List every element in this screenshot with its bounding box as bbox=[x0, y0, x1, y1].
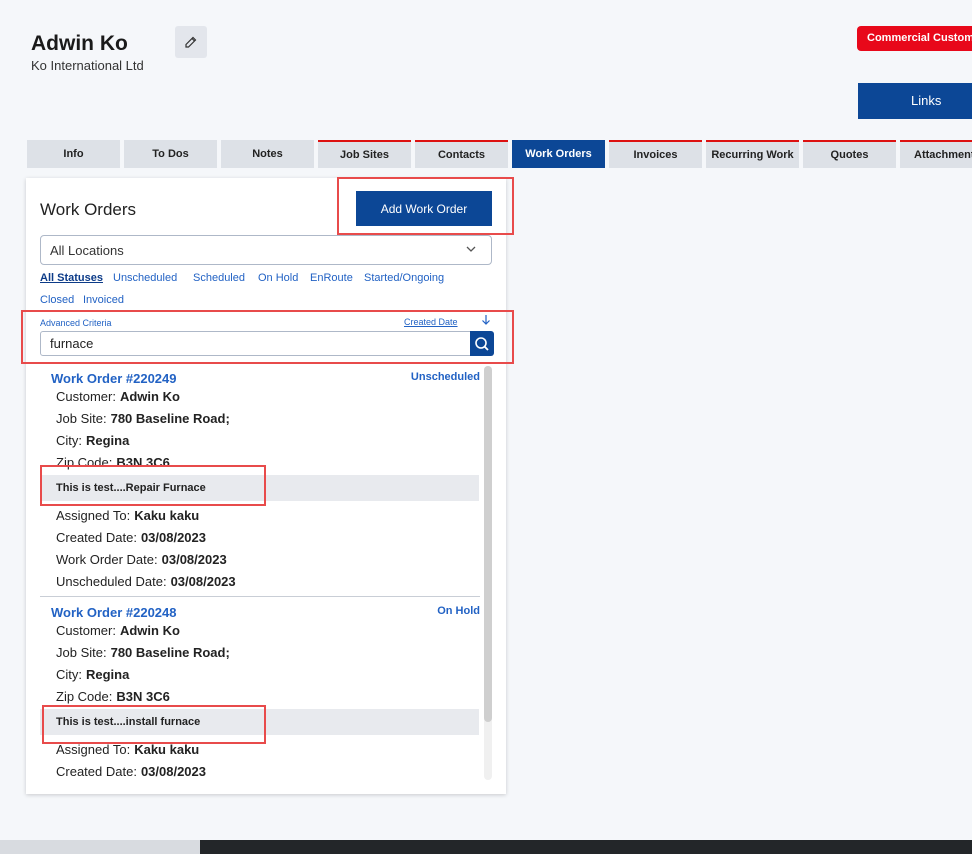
work-order-status: Unscheduled bbox=[410, 371, 480, 383]
company-name: Ko International Ltd bbox=[31, 58, 144, 73]
advanced-criteria-link[interactable]: Advanced Criteria bbox=[40, 318, 112, 328]
links-button[interactable]: Links bbox=[858, 83, 972, 119]
divider bbox=[40, 596, 480, 597]
status-filter-scheduled[interactable]: Scheduled bbox=[193, 272, 245, 284]
assigned-row: Assigned To: Kaku kaku bbox=[56, 742, 200, 757]
sort-created-date-link[interactable]: Created Date bbox=[404, 317, 458, 327]
edit-customer-button[interactable] bbox=[175, 26, 207, 58]
tab-notes[interactable]: Notes bbox=[221, 140, 314, 168]
work-order-description: This is test....Repair Furnace bbox=[40, 475, 479, 501]
panel-title: Work Orders bbox=[40, 200, 137, 219]
created-date-row: Created Date: 03/08/2023 bbox=[56, 764, 207, 779]
work-order-status: On Hold bbox=[437, 605, 480, 617]
add-work-order-button[interactable]: Add Work Order bbox=[356, 191, 492, 226]
zip-row: Zip Code: B3N 3C6 bbox=[56, 455, 170, 470]
tab-to-dos[interactable]: To Dos bbox=[124, 140, 217, 168]
work-order-card: Work Order #220248 On Hold Customer: Adwi… bbox=[40, 605, 480, 780]
status-filter-invoiced[interactable]: Invoiced bbox=[83, 294, 124, 306]
job-site-row: Job Site: 780 Baseline Road; bbox=[56, 411, 230, 426]
status-filter-unscheduled[interactable]: Unscheduled bbox=[113, 272, 177, 284]
zip-row: Zip Code: B3N 3C6 bbox=[56, 689, 170, 704]
city-row: City: Regina bbox=[56, 433, 130, 448]
assigned-row: Assigned To: Kaku kaku bbox=[56, 508, 200, 523]
status-filter-all[interactable]: All Statuses bbox=[40, 272, 103, 284]
search-icon bbox=[475, 336, 489, 351]
customer-name: Adwin Ko bbox=[31, 32, 128, 55]
work-order-title-link[interactable]: Work Order #220249 bbox=[51, 371, 177, 386]
location-select-value: All Locations bbox=[50, 242, 124, 258]
tab-info[interactable]: Info bbox=[27, 140, 120, 168]
arrow-down-icon[interactable] bbox=[480, 313, 492, 327]
work-order-description: This is test....install furnace bbox=[40, 709, 479, 735]
search-input[interactable] bbox=[40, 331, 471, 356]
unscheduled-date-row: Unscheduled Date: 03/08/2023 bbox=[56, 574, 236, 589]
scrollbar-thumb[interactable] bbox=[484, 366, 492, 722]
tab-attachments[interactable]: Attachments bbox=[900, 140, 972, 168]
work-order-date-row: Work Order Date: 03/08/2023 bbox=[56, 552, 227, 567]
status-filter-started[interactable]: Started/Ongoing bbox=[364, 272, 444, 284]
work-order-list: Work Order #220249 Unscheduled Customer:… bbox=[40, 366, 480, 780]
tab-quotes[interactable]: Quotes bbox=[803, 140, 896, 168]
status-filter-enroute[interactable]: EnRoute bbox=[310, 272, 353, 284]
customer-row: Customer: Adwin Ko bbox=[56, 389, 180, 404]
location-select[interactable]: All Locations bbox=[40, 235, 492, 265]
status-filter-on-hold[interactable]: On Hold bbox=[258, 272, 298, 284]
search-button[interactable] bbox=[470, 331, 494, 356]
customer-type-badge: Commercial Customer bbox=[857, 26, 972, 51]
taskbar-left-area bbox=[0, 840, 200, 854]
created-date-row: Created Date: 03/08/2023 bbox=[56, 530, 207, 545]
tab-job-sites[interactable]: Job Sites bbox=[318, 140, 411, 168]
chevron-down-icon bbox=[466, 246, 476, 252]
tab-recurring-work[interactable]: Recurring Work bbox=[706, 140, 799, 168]
status-filter-closed[interactable]: Closed bbox=[40, 294, 74, 306]
customer-row: Customer: Adwin Ko bbox=[56, 623, 180, 638]
tab-work-orders[interactable]: Work Orders bbox=[512, 140, 605, 168]
tab-contacts[interactable]: Contacts bbox=[415, 140, 508, 168]
work-order-title-link[interactable]: Work Order #220248 bbox=[51, 605, 177, 620]
work-order-card: Work Order #220249 Unscheduled Customer:… bbox=[40, 371, 480, 601]
city-row: City: Regina bbox=[56, 667, 130, 682]
job-site-row: Job Site: 780 Baseline Road; bbox=[56, 645, 230, 660]
tab-invoices[interactable]: Invoices bbox=[609, 140, 702, 168]
edit-icon bbox=[185, 36, 197, 48]
